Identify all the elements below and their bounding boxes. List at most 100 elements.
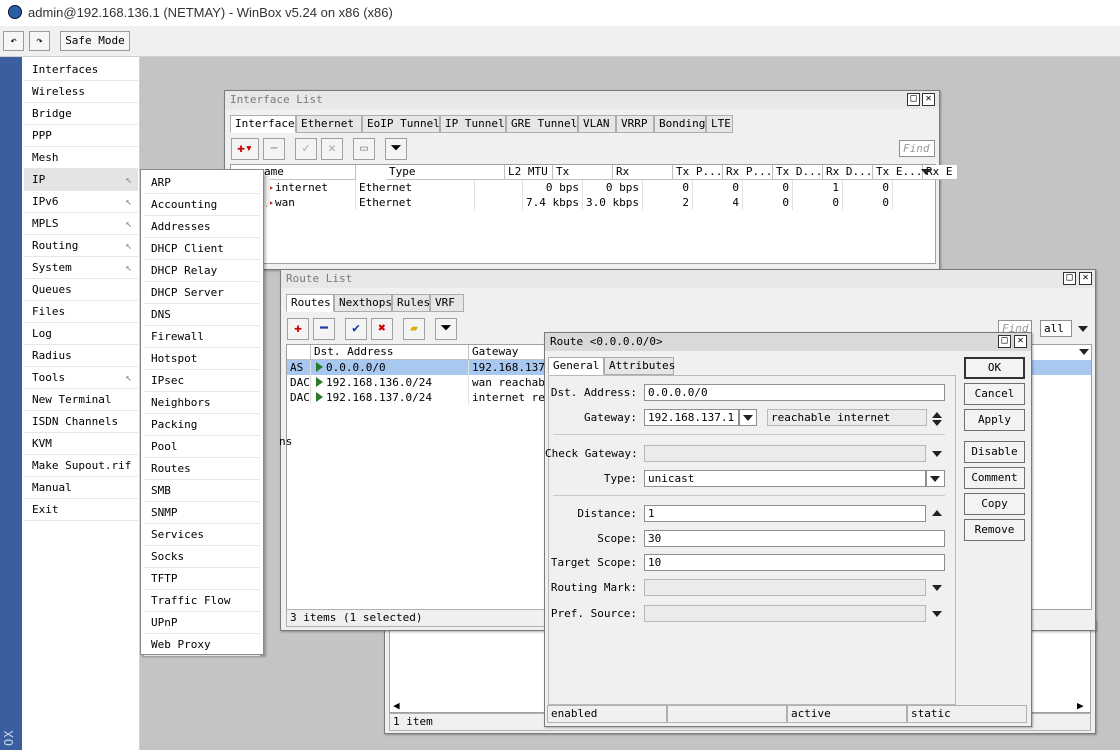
tab-interface[interactable]: Interface (230, 115, 296, 133)
distance-field[interactable]: 1 (644, 505, 926, 522)
tab-ip-tunnel[interactable]: IP Tunnel (440, 115, 506, 133)
close-icon[interactable]: ✕ (1014, 335, 1027, 348)
submenu-item-hotspot[interactable]: Hotspot (144, 348, 260, 370)
redo-icon[interactable]: ↷ (29, 31, 50, 51)
menu-item-isdn-channels[interactable]: ISDN Channels (24, 411, 138, 433)
submenu-item-traffic-flow[interactable]: Traffic Flow (144, 590, 260, 612)
column-header[interactable]: Rx P... (723, 165, 773, 180)
filter-icon[interactable]: ⏷ (435, 318, 457, 340)
filter-select[interactable]: all (1040, 320, 1072, 337)
column-header[interactable]: Tx E... (873, 165, 923, 180)
dst-address-field[interactable]: 0.0.0.0/0 (644, 384, 945, 401)
columns-menu-icon[interactable] (921, 169, 931, 175)
add-icon[interactable]: ✚▾ (231, 138, 259, 160)
tab-vrrp[interactable]: VRRP (616, 115, 654, 133)
menu-item-log[interactable]: Log (24, 323, 138, 345)
chevron-down-icon[interactable] (932, 585, 942, 591)
dst-address-column-header[interactable]: Dst. Address (311, 345, 469, 360)
gateway-column-header[interactable]: Gateway (469, 345, 549, 360)
column-header[interactable]: Tx P... (673, 165, 723, 180)
filter-icon[interactable]: ⏷ (385, 138, 407, 160)
columns-menu-icon[interactable] (1079, 349, 1089, 355)
scope-field[interactable]: 30 (644, 530, 945, 547)
maximize-icon[interactable]: □ (998, 335, 1011, 348)
menu-item-files[interactable]: Files (24, 301, 138, 323)
menu-item-ppp[interactable]: PPP (24, 125, 138, 147)
tab-vlan[interactable]: VLAN (578, 115, 616, 133)
menu-item-interfaces[interactable]: Interfaces (24, 59, 138, 81)
remove-button[interactable]: Remove (964, 519, 1025, 541)
submenu-item-ipsec[interactable]: IPsec (144, 370, 260, 392)
submenu-item-upnp[interactable]: UPnP (144, 612, 260, 634)
type-select[interactable]: unicast (644, 470, 926, 487)
submenu-item-snmp[interactable]: SNMP (144, 502, 260, 524)
disable-icon[interactable]: ✖ (371, 318, 393, 340)
gateway-field[interactable]: 192.168.137.1 (644, 409, 739, 426)
target-scope-field[interactable]: 10 (644, 554, 945, 571)
enable-icon[interactable]: ✔ (345, 318, 367, 340)
tab-gre-tunnel[interactable]: GRE Tunnel (506, 115, 578, 133)
submenu-item-pool[interactable]: Pool (144, 436, 260, 458)
type-dropdown-icon[interactable] (926, 470, 945, 487)
table-row[interactable]: wan Ethernet 7.4 kbps 3.0 kbps 2 4 0 0 0 (231, 195, 935, 210)
tab-attributes[interactable]: Attributes (604, 357, 675, 375)
submenu-item-addresses[interactable]: Addresses (144, 216, 260, 238)
close-icon[interactable]: ✕ (1079, 272, 1092, 285)
maximize-icon[interactable]: □ (907, 93, 920, 106)
tab-ethernet[interactable]: Ethernet (296, 115, 362, 133)
chevron-down-icon[interactable] (932, 611, 942, 617)
menu-item-ip[interactable]: IP ↖ (24, 169, 138, 191)
menu-item-tools[interactable]: Tools ↖ (24, 367, 138, 389)
submenu-item-firewall[interactable]: Firewall (144, 326, 260, 348)
column-header[interactable]: ame (261, 165, 356, 180)
menu-item-ipv6[interactable]: IPv6 ↖ (24, 191, 138, 213)
safe-mode-button[interactable]: Safe Mode (60, 31, 130, 51)
submenu-item-neighbors[interactable]: Neighbors (144, 392, 260, 414)
chevron-down-icon[interactable] (1078, 326, 1088, 332)
table-row[interactable]: internet Ethernet 0 bps 0 bps 0 0 0 1 0 (231, 180, 935, 195)
close-icon[interactable]: ✕ (922, 93, 935, 106)
menu-item-radius[interactable]: Radius (24, 345, 138, 367)
maximize-icon[interactable]: □ (1063, 272, 1076, 285)
submenu-item-accounting[interactable]: Accounting (144, 194, 260, 216)
submenu-item-dns[interactable]: DNS (144, 304, 260, 326)
submenu-item-arp[interactable]: ARP (144, 172, 260, 194)
comment-icon[interactable]: ▭ (353, 138, 375, 160)
menu-item-make-supout-rif[interactable]: Make Supout.rif (24, 455, 138, 477)
ok-button[interactable]: OK (964, 357, 1025, 379)
check-gateway-field[interactable] (644, 445, 926, 462)
apply-button[interactable]: Apply (964, 409, 1025, 431)
submenu-item-web-proxy[interactable]: Web Proxy (144, 634, 260, 656)
tab-routes[interactable]: Routes (286, 294, 334, 312)
scroll-left-icon[interactable]: ◀ (393, 699, 400, 712)
remove-icon[interactable]: − (263, 138, 285, 160)
submenu-item-routes[interactable]: Routes (144, 458, 260, 480)
column-header[interactable]: Rx (613, 165, 673, 180)
find-input[interactable]: Find (899, 140, 935, 157)
menu-item-mpls[interactable]: MPLS ↖ (24, 213, 138, 235)
disable-button[interactable]: Disable (964, 441, 1025, 463)
menu-item-system[interactable]: System ↖ (24, 257, 138, 279)
tab-lte[interactable]: LTE (706, 115, 733, 133)
add-gateway-icon[interactable] (932, 412, 942, 418)
gateway-dropdown-icon[interactable] (739, 409, 757, 426)
menu-item-queues[interactable]: Queues (24, 279, 138, 301)
remove-gateway-icon[interactable] (932, 420, 942, 426)
menu-item-wireless[interactable]: Wireless (24, 81, 138, 103)
tab-bonding[interactable]: Bonding (654, 115, 706, 133)
column-header[interactable]: Type (386, 165, 505, 180)
remove-icon[interactable]: ━ (313, 318, 335, 340)
menu-item-exit[interactable]: Exit (24, 499, 138, 521)
undo-icon[interactable]: ↶ (3, 31, 24, 51)
menu-item-routing[interactable]: Routing ↖ (24, 235, 138, 257)
submenu-item-smb[interactable]: SMB (144, 480, 260, 502)
column-header[interactable]: Rx D... (823, 165, 873, 180)
submenu-item-dhcp-client[interactable]: DHCP Client (144, 238, 260, 260)
menu-item-kvm[interactable]: KVM (24, 433, 138, 455)
routing-mark-field[interactable] (644, 579, 926, 596)
menu-item-mesh[interactable]: Mesh (24, 147, 138, 169)
column-header[interactable]: Tx D... (773, 165, 823, 180)
submenu-item-dhcp-relay[interactable]: DHCP Relay (144, 260, 260, 282)
flags-column-header[interactable] (287, 345, 311, 360)
tab-nexthops[interactable]: Nexthops (334, 294, 392, 312)
